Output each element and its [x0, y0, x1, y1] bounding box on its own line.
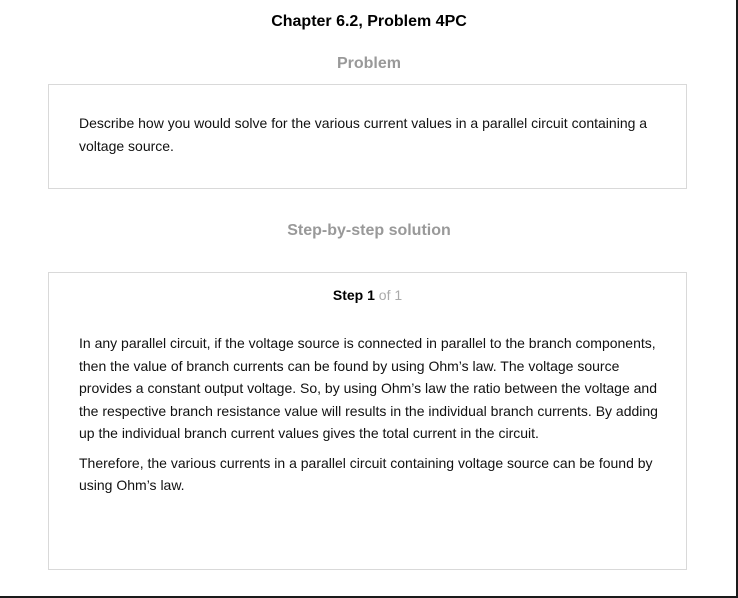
- solution-box: Step 1 of 1 In any parallel circuit, if …: [48, 272, 687, 570]
- solution-paragraph: In any parallel circuit, if the voltage …: [79, 335, 658, 441]
- problem-box: Describe how you would solve for the var…: [48, 84, 687, 189]
- solution-text: In any parallel circuit, if the voltage …: [79, 332, 663, 504]
- solution-paragraph: Therefore, the various currents in a par…: [79, 454, 653, 494]
- problem-text: Describe how you would solve for the var…: [79, 115, 648, 154]
- step-total: of 1: [378, 287, 403, 303]
- step-number: 1: [367, 287, 375, 303]
- problem-heading: Problem: [336, 55, 401, 72]
- solution-heading: Step-by-step solution: [287, 222, 451, 239]
- step-indicator: Step 1 of 1: [49, 286, 686, 304]
- step-label: Step: [332, 287, 364, 303]
- page-title: Chapter 6.2, Problem 4PC: [271, 13, 467, 30]
